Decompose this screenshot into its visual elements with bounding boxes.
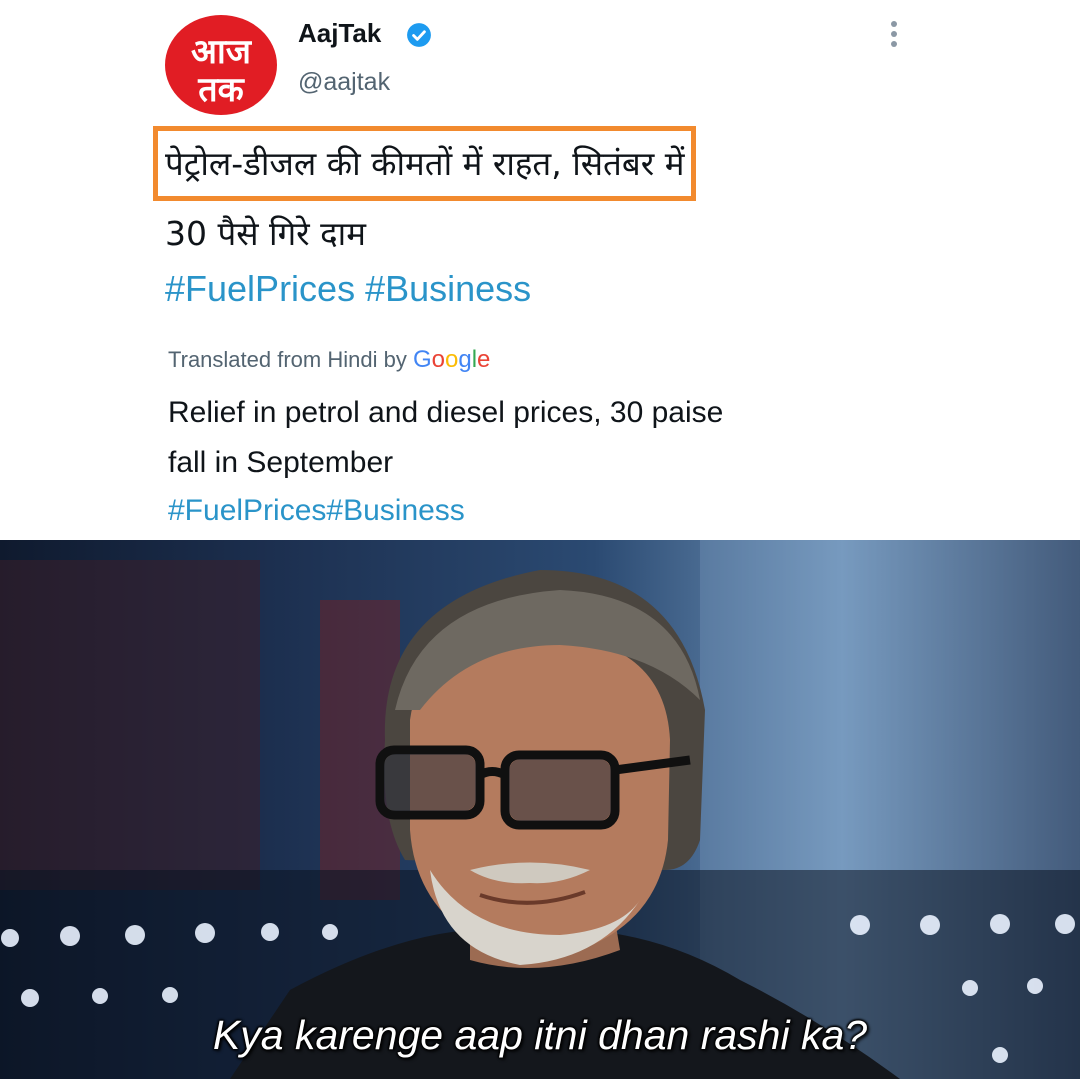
translation-line2: fall in September: [168, 446, 394, 479]
account-name[interactable]: AajTak: [298, 18, 381, 49]
translation-hashtags[interactable]: #FuelPrices#Business: [168, 494, 465, 528]
logo-text-tak: तक: [198, 70, 244, 110]
highlight-box: [153, 126, 696, 201]
meme-image: Kya karenge aap itni dhan rashi ka?: [0, 540, 1080, 1079]
translated-from-text: Translated from Hindi by: [168, 347, 413, 372]
tweet-card: आज तक AajTak @aajtak पेट्रोल-डीजल की कीम…: [0, 0, 1080, 540]
meme-caption: Kya karenge aap itni dhan rashi ka?: [212, 1012, 868, 1058]
translated-label[interactable]: Translated from Hindi by Google: [168, 346, 490, 374]
tweet-text-line2: 30 पैसे गिरे दाम: [165, 214, 366, 253]
more-options-icon[interactable]: [880, 18, 908, 48]
verified-badge-icon: [407, 23, 431, 47]
account-handle[interactable]: @aajtak: [298, 68, 390, 97]
tweet-hashtags[interactable]: #FuelPrices #Business: [165, 268, 531, 310]
aajtak-avatar[interactable]: आज तक: [165, 15, 277, 115]
translation-line1: Relief in petrol and diesel prices, 30 p…: [168, 396, 724, 429]
meme-illustration: [0, 540, 1080, 1079]
google-logo: Google: [412, 346, 491, 373]
